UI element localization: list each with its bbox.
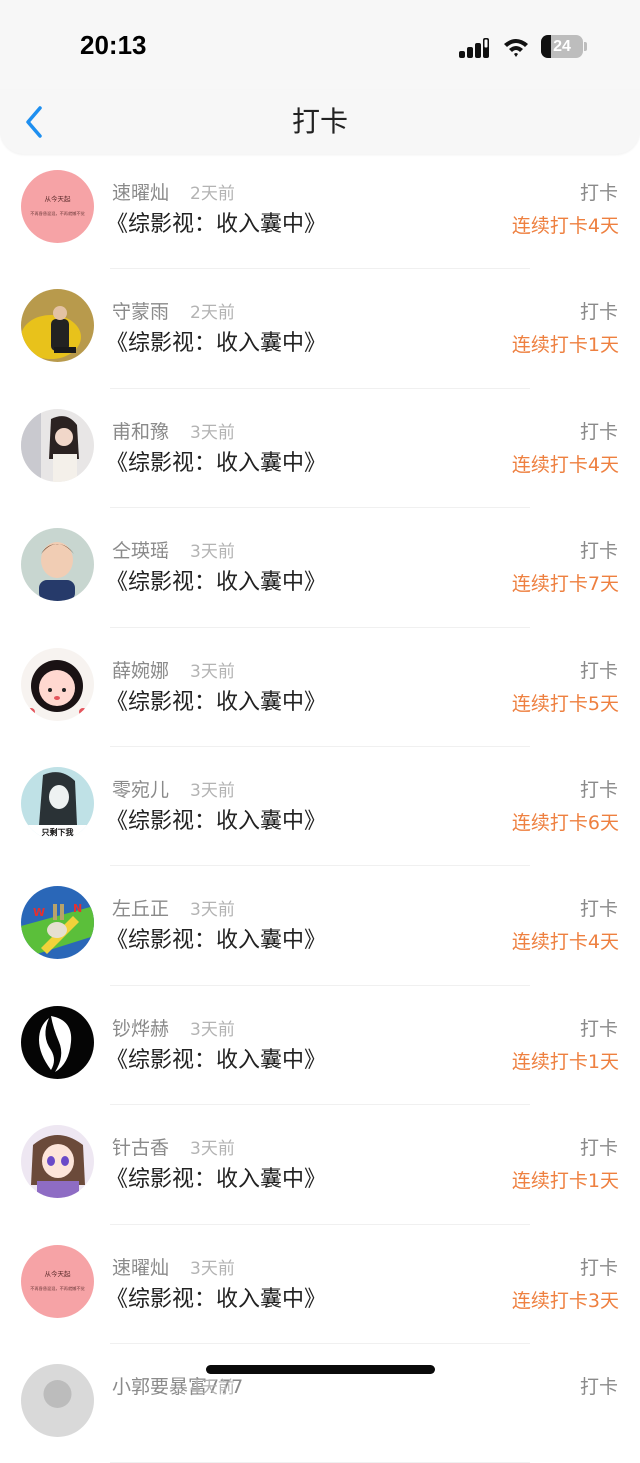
time-ago: 2天前 bbox=[190, 184, 235, 204]
user-name[interactable]: 仝瑛瑶 bbox=[112, 536, 169, 563]
checkin-row[interactable]: 从今天起 不再昏昏混混，不再就懒不觉 速曜灿 3天前 《综影视：收入囊中》 打卡 连续打卡3… bbox=[0, 1225, 640, 1345]
avatar[interactable] bbox=[21, 1005, 94, 1079]
nav-bar: 打卡 bbox=[0, 90, 640, 154]
checkin-row[interactable]: 小郭要暴富777 4天前 打卡 bbox=[0, 1344, 640, 1463]
user-name[interactable]: 守蒙雨 bbox=[112, 297, 169, 324]
avatar[interactable] bbox=[21, 1125, 94, 1199]
book-title[interactable]: 《综影视：收入囊中》 bbox=[106, 564, 326, 596]
checkin-type: 打卡 bbox=[579, 301, 618, 324]
book-title[interactable]: 《综影视：收入囊中》 bbox=[106, 1042, 326, 1074]
book-title[interactable]: 《综影视：收入囊中》 bbox=[106, 922, 326, 954]
avatar[interactable] bbox=[21, 408, 94, 482]
status-bar: 20:13 24 bbox=[0, 0, 640, 90]
checkin-type: 打卡 bbox=[579, 1137, 618, 1160]
streak-label: 连续打卡4天 bbox=[511, 215, 619, 237]
time-ago: 3天前 bbox=[190, 1019, 235, 1040]
user-name[interactable]: 速曜灿 bbox=[112, 178, 169, 205]
book-title[interactable]: 《综影视：收入囊中》 bbox=[106, 206, 326, 238]
user-name[interactable]: 薛婉娜 bbox=[112, 656, 169, 683]
streak-label: 连续打卡5天 bbox=[511, 692, 619, 715]
checkin-row[interactable]: 钞烨赫 3天前 《综影视：收入囊中》 打卡连续打卡1天 bbox=[0, 986, 640, 1106]
checkin-type: 打卡 bbox=[579, 1375, 618, 1398]
avatar[interactable]: 从今天起不再昏昏混混，不再就懒不觉 bbox=[21, 1244, 94, 1318]
avatar[interactable] bbox=[21, 1363, 94, 1437]
checkin-type: 打卡 bbox=[579, 182, 618, 204]
checkin-row[interactable]: 甫和豫 3天前 《综影视：收入囊中》 打卡连续打卡4天 bbox=[0, 389, 640, 509]
checkin-row[interactable]: 只剩下我 零宛儿 3天前 《综影视：收入囊中》 打卡连续打卡6天 bbox=[0, 747, 640, 867]
avatar[interactable] bbox=[21, 528, 94, 602]
time-ago: 2天前 bbox=[190, 303, 235, 324]
avatar[interactable] bbox=[21, 289, 94, 363]
svg-text:从今天起: 从今天起 bbox=[45, 194, 72, 203]
checkin-type: 打卡 bbox=[579, 659, 618, 682]
book-title[interactable]: 《综影视：收入囊中》 bbox=[106, 803, 326, 835]
svg-text:不再昏昏混混，不再就懒不觉: 不再昏昏混混，不再就懒不觉 bbox=[30, 210, 84, 217]
book-title[interactable]: 《综影视：收入囊中》 bbox=[106, 1161, 326, 1193]
battery-icon: 24 bbox=[541, 35, 583, 58]
user-name[interactable]: 左丘正 bbox=[112, 894, 169, 921]
streak-label: 连续打卡4天 bbox=[511, 453, 619, 476]
svg-text:只剩下我: 只剩下我 bbox=[42, 827, 74, 837]
checkin-row[interactable]: 从今天起 不再昏昏混混，不再就懒不觉 速曜灿 2天前 《综影视：收入囊中》 打卡 连续打卡4… bbox=[0, 150, 640, 270]
time-ago: 3天前 bbox=[190, 661, 235, 682]
checkin-type: 打卡 bbox=[579, 1017, 618, 1040]
streak-label: 连续打卡1天 bbox=[511, 334, 619, 357]
svg-text:从今天起: 从今天起 bbox=[45, 1269, 72, 1278]
checkin-type: 打卡 bbox=[579, 1256, 618, 1279]
user-name[interactable]: 甫和豫 bbox=[112, 417, 169, 444]
battery-percent: 24 bbox=[553, 38, 571, 55]
cellular-signal-icon bbox=[459, 38, 489, 58]
checkin-type: 打卡 bbox=[579, 778, 618, 801]
status-time: 20:13 bbox=[80, 30, 147, 60]
time-ago: 4天前 bbox=[190, 1377, 235, 1398]
svg-text:不再昏昏混混，不再就懒不觉: 不再昏昏混混，不再就懒不觉 bbox=[30, 1285, 84, 1292]
streak-label: 连续打卡7天 bbox=[511, 573, 619, 596]
book-title[interactable]: 《综影视：收入囊中》 bbox=[106, 684, 326, 716]
checkin-type: 打卡 bbox=[579, 898, 618, 921]
avatar[interactable]: 只剩下我 bbox=[21, 766, 94, 840]
user-name[interactable]: 针古香 bbox=[112, 1133, 169, 1160]
time-ago: 3天前 bbox=[190, 1139, 235, 1160]
user-name[interactable]: 钞烨赫 bbox=[112, 1014, 169, 1041]
streak-label: 连续打卡6天 bbox=[511, 811, 619, 834]
checkin-row[interactable]: 针古香 3天前 《综影视：收入囊中》 打卡连续打卡1天 bbox=[0, 1105, 640, 1225]
time-ago: 3天前 bbox=[190, 542, 235, 563]
checkin-list: 从今天起 不再昏昏混混，不再就懒不觉 速曜灿 2天前 《综影视：收入囊中》 打卡 连续打卡4… bbox=[0, 150, 640, 1463]
streak-label: 连续打卡1天 bbox=[511, 1050, 619, 1073]
user-name[interactable]: 速曜灿 bbox=[112, 1253, 169, 1280]
checkin-row[interactable]: 守蒙雨 2天前 《综影视：收入囊中》 打卡连续打卡1天 bbox=[0, 269, 640, 390]
time-ago: 3天前 bbox=[190, 900, 235, 921]
streak-label: 连续打卡1天 bbox=[511, 1170, 619, 1193]
checkin-type: 打卡 bbox=[579, 420, 618, 443]
home-indicator bbox=[206, 1365, 435, 1374]
book-title[interactable]: 《综影视：收入囊中》 bbox=[106, 1281, 326, 1313]
avatar[interactable]: 从今天起不再昏昏混混，不再就懒不觉 bbox=[21, 170, 94, 243]
avatar[interactable]: WN bbox=[21, 886, 94, 960]
wifi-icon bbox=[504, 39, 528, 57]
svg-text:N: N bbox=[73, 902, 82, 915]
streak-label: 连续打卡4天 bbox=[511, 931, 619, 954]
time-ago: 3天前 bbox=[190, 422, 235, 443]
battery-tip bbox=[584, 42, 587, 51]
time-ago: 3天前 bbox=[190, 780, 235, 801]
checkin-type: 打卡 bbox=[579, 540, 618, 563]
page-title: 打卡 bbox=[291, 105, 348, 138]
book-title[interactable]: 《综影视：收入囊中》 bbox=[106, 325, 326, 357]
checkin-row[interactable]: W N 左丘正 3天前 《综影视：收入囊中》 打卡 连续打卡4天 bbox=[0, 866, 640, 987]
user-name[interactable]: 零宛儿 bbox=[112, 775, 169, 802]
checkin-row[interactable]: 薛婉娜 3天前 《综影视：收入囊中》 打卡连续打卡5天 bbox=[0, 628, 640, 748]
svg-text:W: W bbox=[33, 906, 45, 919]
checkin-row[interactable]: 仝瑛瑶 3天前 《综影视：收入囊中》 打卡连续打卡7天 bbox=[0, 508, 640, 628]
avatar[interactable] bbox=[21, 647, 94, 721]
streak-label: 连续打卡3天 bbox=[511, 1289, 619, 1312]
time-ago: 3天前 bbox=[190, 1258, 235, 1279]
book-title[interactable]: 《综影视：收入囊中》 bbox=[106, 445, 326, 477]
